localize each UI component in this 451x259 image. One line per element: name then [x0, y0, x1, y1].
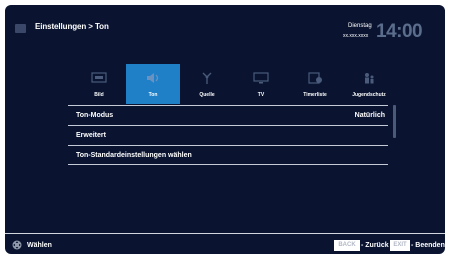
- tab-label: Jugendschutz: [352, 92, 386, 98]
- timer-icon: [307, 72, 323, 84]
- back-key-badge[interactable]: BACK: [334, 240, 360, 251]
- antenna-icon: [199, 72, 215, 84]
- tab-quelle[interactable]: Quelle: [180, 64, 234, 104]
- tab-ton[interactable]: Ton: [126, 64, 180, 104]
- tab-jugendschutz[interactable]: Jugendschutz: [342, 64, 396, 104]
- picture-icon: [91, 72, 107, 84]
- scrollbar[interactable]: [393, 105, 396, 138]
- tab-label: Ton: [148, 92, 158, 98]
- menu-item-ton-modus[interactable]: Ton-Modus Natürlich: [68, 105, 388, 125]
- tab-bild[interactable]: Bild: [72, 64, 126, 104]
- menu-item-label: Ton-Standardeinstellungen wählen: [76, 152, 192, 159]
- back-label: Zurück: [365, 242, 389, 249]
- tab-label: Bild: [94, 92, 104, 98]
- exit-label: Beenden: [415, 242, 445, 249]
- tab-timerliste[interactable]: Timerliste: [288, 64, 342, 104]
- breadcrumb: Einstellungen > Ton: [35, 22, 109, 31]
- tab-tv[interactable]: TV: [234, 64, 288, 104]
- parental-icon: [361, 72, 377, 84]
- tab-label: Timerliste: [303, 92, 327, 98]
- tab-bar: Bild Ton Quelle TV Timerliste Jugendschu…: [72, 64, 398, 104]
- tv-icon: [253, 72, 269, 84]
- tab-label: TV: [257, 92, 265, 98]
- back-hint: - Zurück: [361, 242, 389, 249]
- menu-item-label: Ton-Modus: [76, 112, 114, 119]
- speaker-icon: [145, 72, 161, 84]
- exit-hint: - Beenden: [411, 242, 445, 249]
- navigation-pad-icon: [12, 240, 22, 250]
- tab-label: Quelle: [199, 92, 215, 98]
- date-value: xx.xxx.xxxx: [343, 33, 369, 39]
- date-day: Dienstag: [348, 23, 372, 29]
- footer-divider: [5, 233, 445, 234]
- exit-key-badge[interactable]: EXIT: [390, 240, 410, 251]
- tv-screen: Einstellungen > Ton Dienstag xx.xxx.xxxx…: [5, 5, 445, 254]
- home-icon: [15, 24, 26, 33]
- menu-item-ton-standard[interactable]: Ton-Standardeinstellungen wählen: [68, 145, 388, 165]
- select-hint: Wählen: [27, 242, 52, 249]
- menu-item-label: Erweitert: [76, 132, 106, 139]
- header: Einstellungen > Ton Dienstag xx.xxx.xxxx…: [5, 5, 445, 50]
- menu-item-value: Natürlich: [354, 112, 385, 119]
- menu-item-erweitert[interactable]: Erweitert: [68, 125, 388, 145]
- clock: 14:00: [376, 21, 423, 42]
